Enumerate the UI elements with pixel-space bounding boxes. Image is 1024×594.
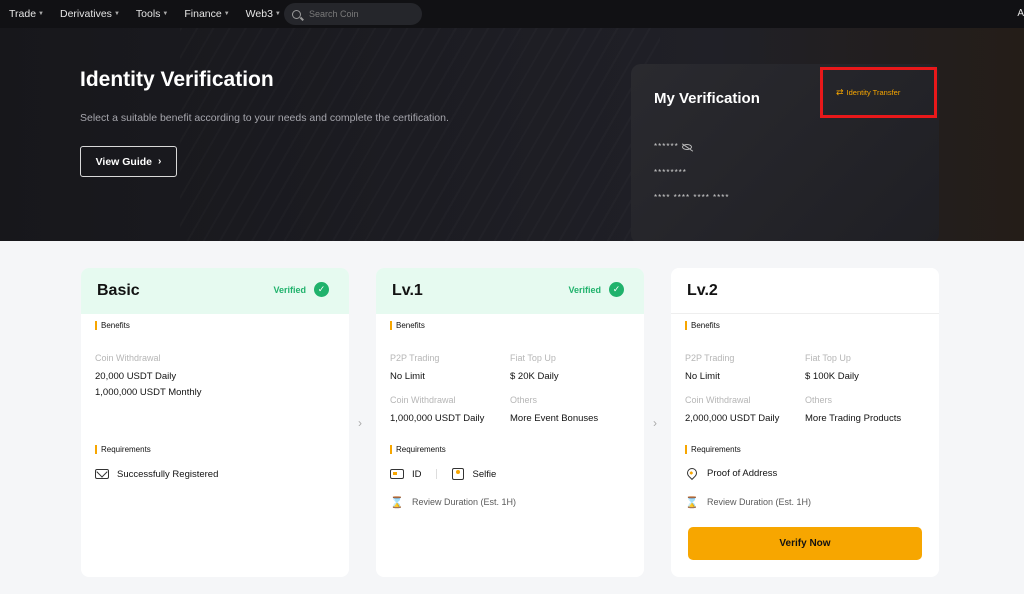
fiat-value: $ 100K Daily (805, 371, 859, 382)
others-value: More Trading Products (805, 413, 902, 424)
chevron-down-icon: ▼ (162, 11, 169, 17)
search-input[interactable] (309, 9, 409, 19)
nav-derivatives-label: Derivatives (60, 8, 112, 20)
verify-now-button[interactable]: Verify Now (688, 527, 922, 560)
others-label: Others (510, 395, 538, 405)
nav-trade-label: Trade (9, 8, 37, 20)
p2p-label: P2P Trading (390, 353, 440, 363)
card-title: Lv.2 (687, 281, 718, 299)
level-card-lv2: Lv.2 Benefits P2P Trading No Limit Fiat … (671, 268, 939, 577)
requirement-id: ID (412, 468, 422, 480)
chevron-right-icon: › (358, 416, 362, 430)
chevron-down-icon: ▼ (113, 11, 120, 17)
card-title: Basic (97, 282, 140, 299)
mail-icon (95, 468, 109, 480)
requirement-text: Successfully Registered (117, 468, 219, 480)
page-title: Identity Verification (80, 68, 274, 91)
card-header: Lv.1 Verified ✓ (376, 268, 644, 314)
p2p-label: P2P Trading (685, 353, 735, 363)
p2p-value: No Limit (390, 371, 425, 382)
view-guide-button[interactable]: View Guide › (80, 146, 177, 177)
nav-tools[interactable]: Tools ▼ (136, 8, 168, 20)
level-card-lv1: Lv.1 Verified ✓ Benefits P2P Trading No L… (376, 268, 644, 577)
level-card-basic: Basic Verified ✓ Benefits Coin Withdrawal… (81, 268, 349, 577)
review-duration: ⌛ Review Duration (Est. 1H) (390, 496, 517, 509)
chevron-down-icon: ▼ (38, 11, 44, 17)
requirement-address-text: Proof of Address (707, 467, 778, 479)
verified-badge: Verified ✓ (273, 282, 329, 297)
divider (435, 469, 437, 479)
verified-badge: Verified ✓ (568, 282, 624, 297)
fiat-label: Fiat Top Up (805, 353, 851, 363)
nav-derivatives[interactable]: Derivatives ▼ (60, 8, 120, 20)
check-icon: ✓ (314, 282, 329, 297)
others-label: Others (805, 395, 833, 405)
review-text: Review Duration (Est. 1H) (707, 497, 812, 507)
fiat-value: $ 20K Daily (510, 371, 559, 382)
selfie-icon (451, 468, 465, 480)
nav-web3-label: Web3 (245, 8, 273, 20)
id-card-icon (390, 468, 404, 480)
requirement-id-selfie: ID Selfie (390, 468, 496, 480)
withdraw-value: 2,000,000 USDT Daily (685, 413, 780, 424)
requirement-registered: Successfully Registered (95, 468, 218, 480)
search-box[interactable] (284, 3, 422, 25)
check-icon: ✓ (609, 282, 624, 297)
benefits-label: Benefits (390, 321, 425, 330)
highlight-box (820, 67, 937, 118)
withdraw-label: Coin Withdrawal (685, 395, 751, 405)
my-verification-title: My Verification (654, 90, 760, 107)
verified-label: Verified (568, 284, 601, 295)
hero-decoration (180, 28, 660, 241)
chevron-down-icon: ▼ (274, 11, 281, 17)
withdraw-label: Coin Withdrawal (390, 395, 456, 405)
withdraw-daily: 20,000 USDT Daily (95, 371, 177, 382)
chevron-right-icon: › (158, 156, 162, 167)
nav-tools-label: Tools (135, 8, 161, 20)
search-icon (292, 9, 301, 19)
nav-right-item[interactable]: A (1017, 8, 1024, 19)
benefits-label: Benefits (685, 321, 720, 330)
masked-id: ******** (654, 168, 687, 177)
requirement-selfie: Selfie (472, 468, 497, 480)
page-subtitle: Select a suitable benefit according to y… (80, 112, 449, 124)
nav-trade[interactable]: Trade ▼ (9, 8, 44, 20)
nav-finance[interactable]: Finance ▼ (184, 8, 229, 20)
masked-name-text: ****** (654, 142, 679, 151)
nav-finance-label: Finance (184, 8, 222, 20)
withdraw-label: Coin Withdrawal (95, 353, 161, 363)
p2p-value: No Limit (685, 371, 720, 382)
card-title: Lv.1 (392, 282, 423, 299)
chevron-right-icon: › (653, 416, 657, 430)
top-nav: Trade ▼ Derivatives ▼ Tools ▼ Finance ▼ Web3… (0, 0, 1024, 28)
card-header: Basic Verified ✓ (81, 268, 349, 314)
requirement-address: Proof of Address (684, 465, 778, 481)
chevron-down-icon: ▼ (223, 11, 230, 17)
location-pin-icon (684, 465, 700, 481)
review-text: Review Duration (Est. 1H) (412, 497, 517, 507)
benefits-label: Benefits (95, 321, 130, 330)
nav-web3[interactable]: Web3 ▼ (246, 8, 281, 20)
requirements-label: Requirements (390, 445, 446, 454)
requirements-label: Requirements (685, 445, 741, 454)
eye-off-icon[interactable] (681, 143, 692, 150)
requirements-label: Requirements (95, 445, 151, 454)
masked-number: **** **** **** **** (654, 193, 730, 202)
withdraw-value: 1,000,000 USDT Daily (390, 413, 485, 424)
masked-name: ****** (654, 142, 692, 151)
withdraw-monthly: 1,000,000 USDT Monthly (95, 387, 202, 398)
hourglass-icon: ⌛ (390, 496, 404, 509)
fiat-label: Fiat Top Up (510, 353, 556, 363)
verified-label: Verified (273, 284, 306, 295)
review-duration: ⌛ Review Duration (Est. 1H) (685, 496, 812, 509)
card-header: Lv.2 (671, 268, 939, 314)
hero-banner: Identity Verification Select a suitable … (0, 28, 1024, 241)
hourglass-icon: ⌛ (685, 496, 699, 509)
others-value: More Event Bonuses (510, 413, 599, 424)
view-guide-label: View Guide (95, 155, 153, 168)
